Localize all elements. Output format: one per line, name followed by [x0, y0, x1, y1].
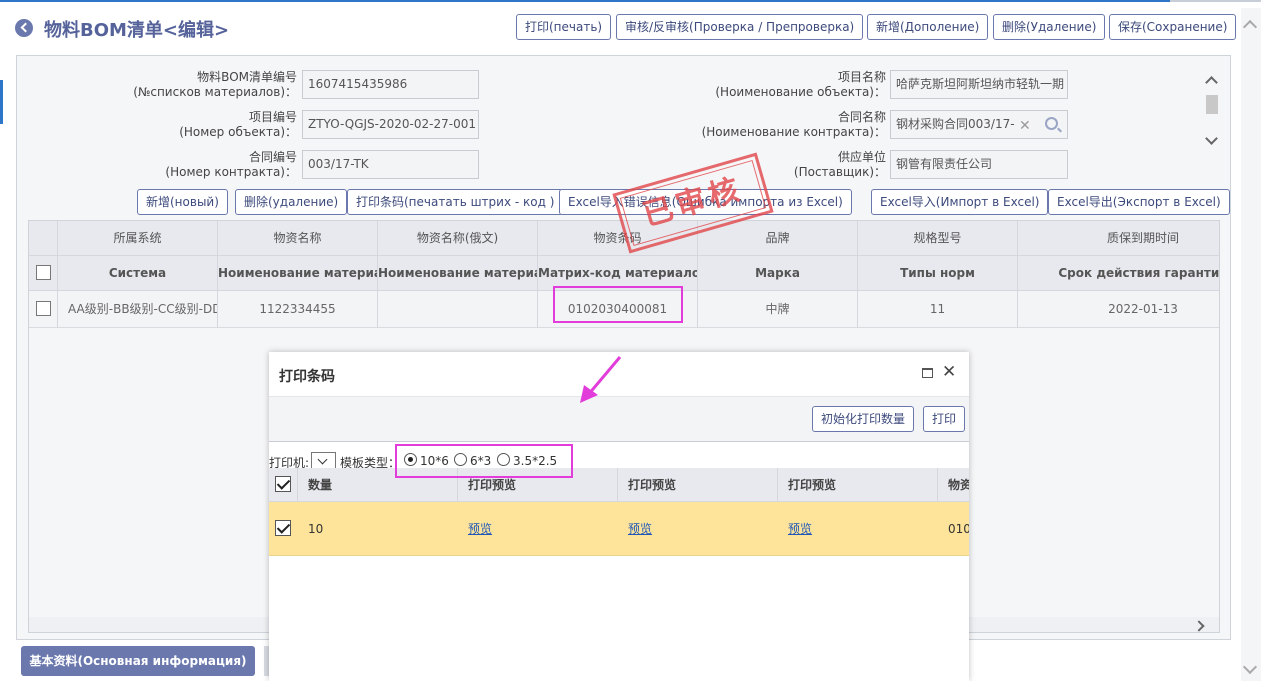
col-brand-ru[interactable]: Марка	[698, 256, 858, 290]
audit-button[interactable]: 审核/反审核(Проверка / Препроверка)	[616, 14, 864, 40]
col-barcode-ru[interactable]: Матрих-код материалов	[538, 256, 698, 290]
print-row-checkbox[interactable]	[275, 520, 291, 536]
col-system-ru[interactable]: Система	[58, 256, 218, 290]
row-check-cell	[29, 291, 58, 327]
cell-spec: 11	[858, 291, 1018, 327]
back-arrow-icon[interactable]	[15, 19, 33, 37]
print-table-header: 数量 打印预览 打印预览 打印预览 物资	[269, 468, 969, 502]
page-scrollbar[interactable]	[1241, 8, 1261, 681]
col-preview-3[interactable]: 打印预览	[778, 468, 938, 501]
col-spec-ru[interactable]: Типы норм	[858, 256, 1018, 290]
contract-name-input[interactable]: 钢材采购合同003/17-	[890, 110, 1068, 139]
print-select-all-cell	[269, 468, 298, 501]
print-barcode-button[interactable]: 打印条码(печатать штрих - код )	[347, 189, 564, 215]
preview-link[interactable]: 预览	[468, 522, 492, 536]
bom-no-input[interactable]: 1607415435986	[302, 70, 479, 99]
grid-add-button[interactable]: 新增(новый)	[137, 189, 228, 215]
annotation-arrow-icon	[580, 356, 622, 403]
preview-link-3: 预览	[778, 502, 938, 555]
preview-link[interactable]: 预览	[628, 522, 652, 536]
cell-qty[interactable]: 10	[298, 502, 458, 555]
col-name-ru-ru[interactable]: Ноименование материала	[378, 256, 538, 290]
col-spec-cn[interactable]: 规格型号	[858, 221, 1018, 255]
col-preview-2[interactable]: 打印预览	[618, 468, 778, 501]
cell-warranty: 2022-01-13	[1108, 302, 1178, 316]
add-button[interactable]: 新增(Дополение)	[867, 14, 989, 40]
scroll-thumb[interactable]	[1206, 95, 1218, 114]
col-material[interactable]: 物资	[938, 468, 969, 501]
row-checkbox[interactable]	[36, 301, 51, 316]
col-name-ru[interactable]: Ноименование материала	[218, 256, 378, 290]
header-check-spacer	[29, 221, 58, 255]
dialog-title: 打印条码	[279, 369, 335, 385]
project-name-input[interactable]: 哈萨克斯坦阿斯坦纳市轻轨一期	[890, 70, 1068, 99]
cell-name: 1122334455	[218, 291, 378, 327]
print-button[interactable]: 打印(печать)	[516, 14, 612, 40]
delete-button[interactable]: 删除(Удаление)	[993, 14, 1106, 40]
contract-no-label: 合同编号 (Номер контракта)：	[165, 150, 297, 179]
top-accent-bar	[0, 0, 1170, 2]
clear-icon[interactable]: ✕	[1019, 118, 1031, 134]
bom-no-label: 物料BOM清单编号 (№списков материалов)：	[133, 70, 297, 99]
contract-no-input[interactable]: 003/17-TK	[302, 150, 479, 179]
supplier-input[interactable]: 钢管有限责任公司	[890, 150, 1068, 179]
template-highlight-box	[395, 444, 573, 478]
cell-brand: 中牌	[698, 291, 858, 327]
table-row[interactable]: 10 预览 预览 预览 010	[269, 502, 969, 556]
scroll-down-icon[interactable]	[1242, 659, 1258, 675]
barcode-highlight-box	[553, 286, 683, 323]
close-icon[interactable]: ✕	[942, 362, 956, 382]
col-name-ru-cn[interactable]: 物资名称(俄文)	[378, 221, 538, 255]
select-all-checkbox[interactable]	[36, 265, 51, 280]
cell-name-ru	[378, 291, 538, 327]
left-accent-strip	[0, 80, 3, 124]
print-row-check-cell	[269, 502, 298, 555]
tab-basic-info[interactable]: 基本资料(Основная информация)	[21, 646, 255, 676]
col-warranty-ru[interactable]: Срок действия гарантии	[1018, 256, 1219, 290]
init-print-qty-button[interactable]: 初始化打印数量	[812, 406, 915, 432]
preview-link[interactable]: 预览	[788, 522, 812, 536]
chevron-down-icon[interactable]	[1205, 132, 1218, 145]
project-name-label: 项目名称 (Ноименование объекта)：	[715, 70, 886, 99]
col-warranty-cn[interactable]: 质保到期时间	[1018, 221, 1219, 255]
grid-delete-button[interactable]: 删除(удаление)	[235, 189, 348, 215]
cell-system: AA级别-BB级别-CC级别-DD级别	[58, 291, 218, 327]
form-scrollbar[interactable]	[1204, 70, 1220, 154]
contract-name-label: 合同名称 (Ноименование контракта)：	[701, 110, 886, 139]
project-no-input[interactable]: ZTYO-QGJS-2020-02-27-001	[302, 110, 479, 139]
select-all-cell	[29, 256, 58, 290]
cell-material-code: 010	[948, 522, 969, 536]
chevron-up-icon[interactable]	[1205, 76, 1218, 89]
scroll-up-icon[interactable]	[1242, 19, 1258, 35]
maximize-icon[interactable]	[922, 368, 933, 378]
dialog-print-button[interactable]: 打印	[923, 406, 966, 432]
search-icon[interactable]	[1045, 117, 1058, 130]
preview-link-2: 预览	[618, 502, 778, 555]
page-title: 物料BOM清单<编辑>	[44, 20, 230, 41]
excel-import-button[interactable]: Excel导入(Импорт в Excel)	[871, 189, 1049, 215]
project-no-label: 项目编号 (Номер объекта)：	[179, 110, 297, 139]
col-system-cn[interactable]: 所属系统	[58, 221, 218, 255]
save-button[interactable]: 保存(Сохранение)	[1109, 14, 1237, 40]
print-select-all-checkbox[interactable]	[275, 476, 291, 492]
col-name-cn[interactable]: 物资名称	[218, 221, 378, 255]
preview-link-1: 预览	[458, 502, 618, 555]
excel-export-button[interactable]: Excel导出(Экспорт в Excel)	[1048, 189, 1230, 215]
